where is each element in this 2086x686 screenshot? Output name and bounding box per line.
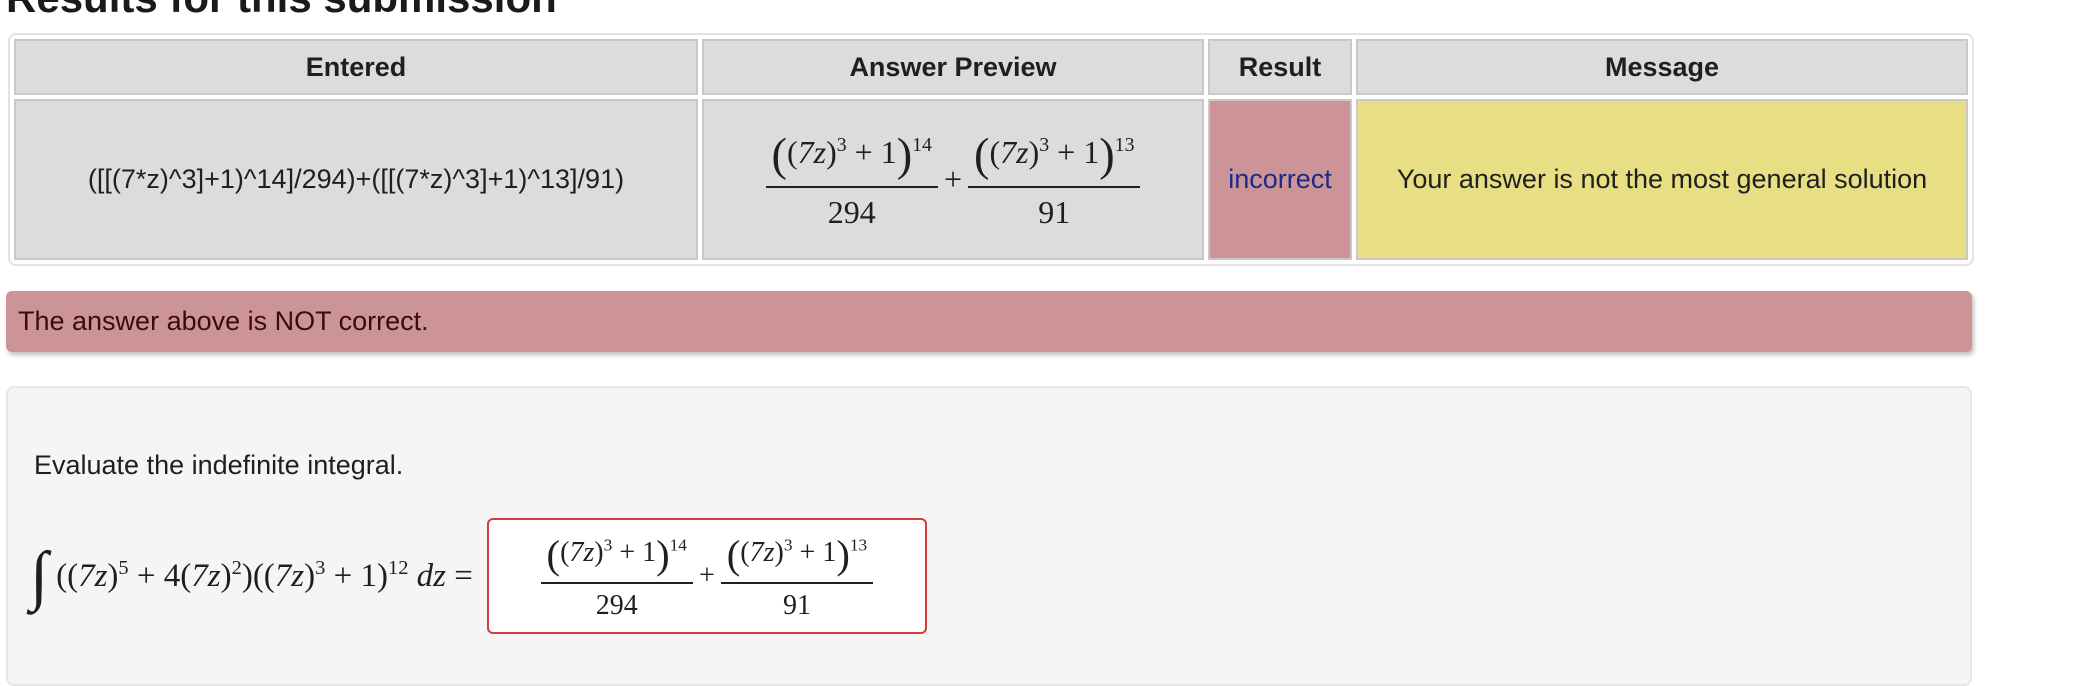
answer-preview-cell: ((7z)3 + 1)14 294 + ((7z)3 + 1)13 91 <box>702 99 1204 260</box>
answer-preview-math: ((7z)3 + 1)14 294 + ((7z)3 + 1)13 91 <box>760 129 1147 231</box>
answer-fraction-1: ((7z)3 + 1)14 294 <box>540 531 693 622</box>
answer-input[interactable]: ((7z)3 + 1)14 294 + ((7z)3 + 1)13 91 <box>486 518 927 634</box>
header-result: Result <box>1208 39 1352 95</box>
results-table-container: Entered Answer Preview Result Message ([… <box>8 33 1974 266</box>
header-message: Message <box>1356 39 1968 95</box>
integrand: ((7z)5 + 4(7z)2)((7z)3 + 1)12 dz = <box>56 557 473 594</box>
results-header-row: Entered Answer Preview Result Message <box>14 39 1968 95</box>
problem-prompt: Evaluate the indefinite integral. <box>34 450 404 480</box>
problem-box: Evaluate the indefinite integral. ∫ ((7z… <box>6 386 1972 686</box>
differential: dz <box>416 558 447 594</box>
answer-plus: + <box>698 560 715 591</box>
table-row: ([[(7*z)^3]+1)^14]/294)+([[(7*z)^3]+1)^1… <box>14 99 1968 260</box>
integral-expression: ∫ ((7z)5 + 4(7z)2)((7z)3 + 1)12 dz = ((7… <box>30 518 927 634</box>
answer-input-math: ((7z)3 + 1)14 294 + ((7z)3 + 1)13 91 <box>535 531 880 622</box>
header-entered: Entered <box>14 39 698 95</box>
equals-sign: = <box>454 558 473 594</box>
results-table: Entered Answer Preview Result Message ([… <box>10 35 1972 264</box>
preview-plus: + <box>943 161 963 197</box>
header-answer-preview: Answer Preview <box>702 39 1204 95</box>
entered-answer-cell: ([[(7*z)^3]+1)^14]/294)+([[(7*z)^3]+1)^1… <box>14 99 698 260</box>
incorrect-alert: The answer above is NOT correct. <box>6 291 1972 352</box>
result-status-cell: incorrect <box>1208 99 1352 260</box>
page-title: Results for this submission <box>6 0 557 22</box>
preview-fraction-2: ((7z)3 + 1)13 91 <box>968 129 1141 231</box>
integral-sign: ∫ <box>30 539 49 612</box>
message-cell: Your answer is not the most general solu… <box>1356 99 1968 260</box>
answer-fraction-2: ((7z)3 + 1)13 91 <box>720 531 874 622</box>
preview-fraction-1: ((7z)3 + 1)14 294 <box>765 129 938 231</box>
